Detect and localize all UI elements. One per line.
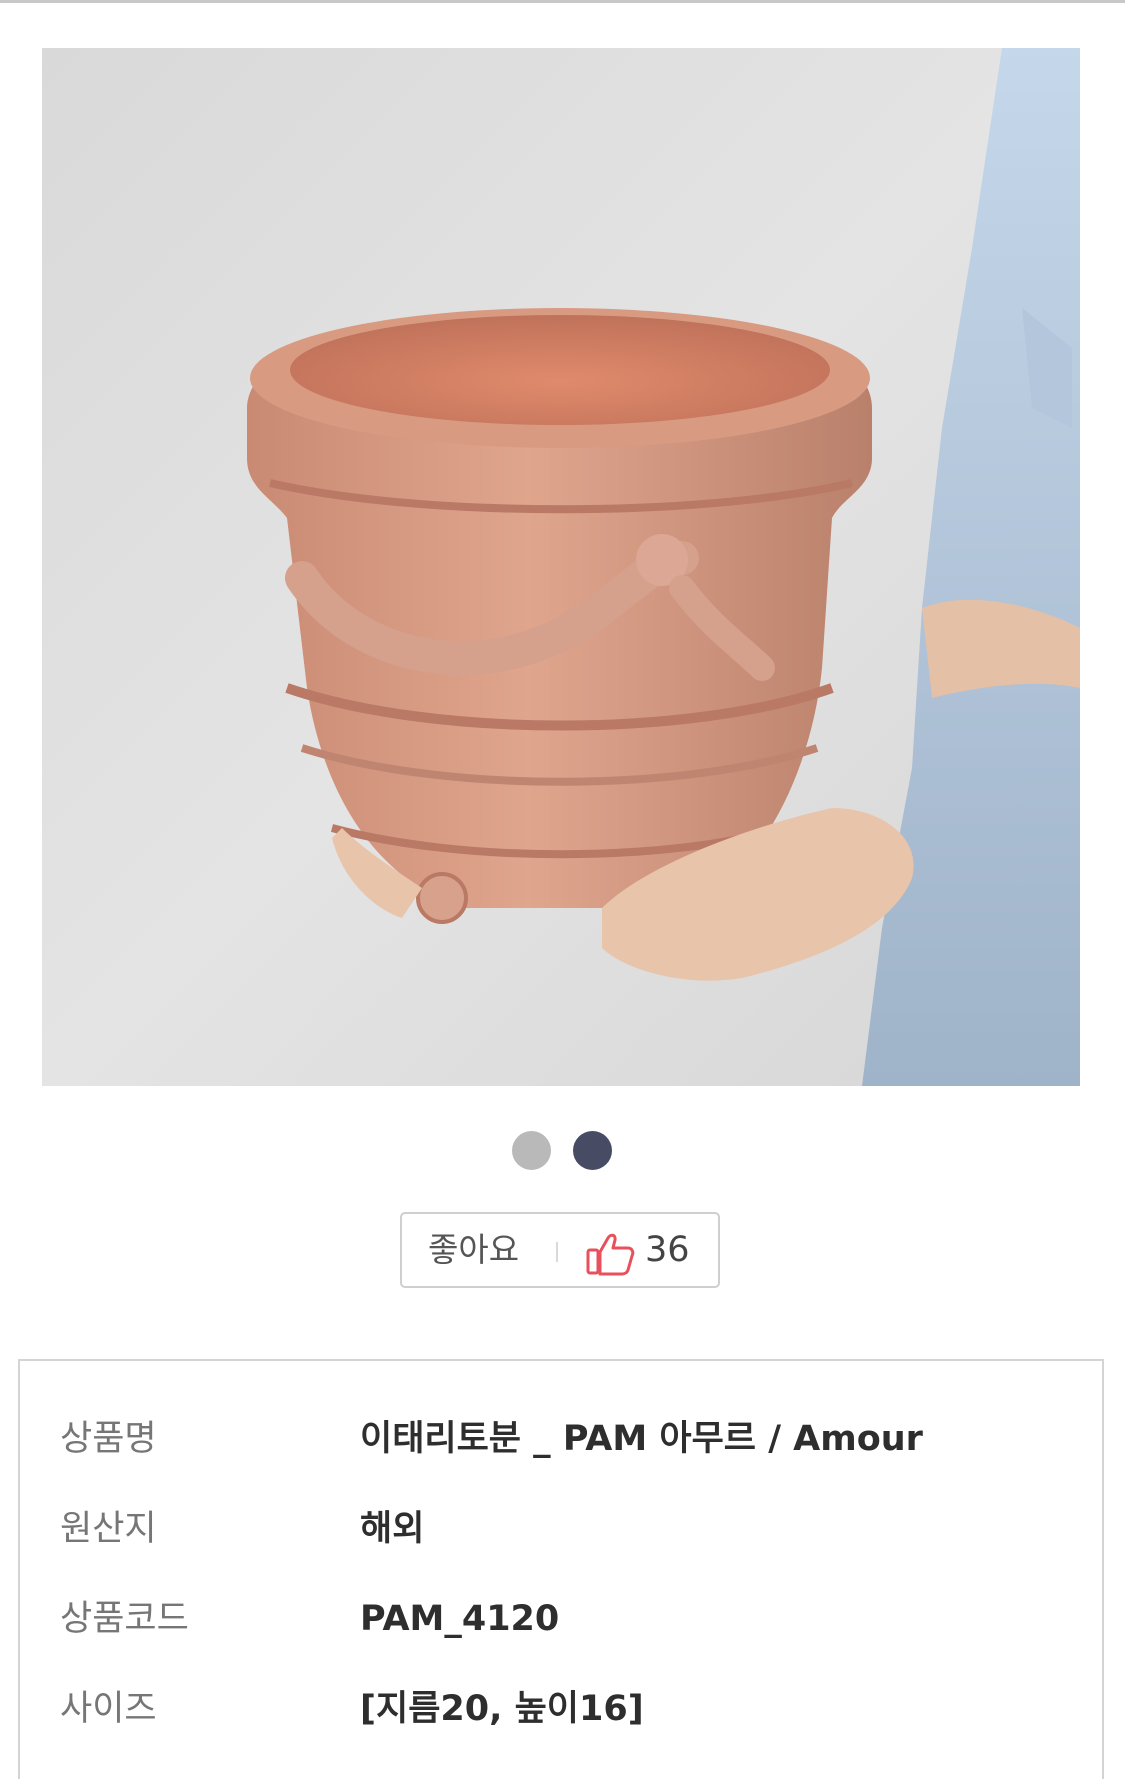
like-button[interactable]: 좋아요 36 [400, 1212, 720, 1288]
info-key: 사이즈 [60, 1689, 157, 1729]
info-key: 상품명 [60, 1419, 157, 1459]
carousel-dot-1[interactable] [512, 1131, 551, 1170]
info-row-name: 상품명 이태리토분 _ PAM 아무르 / Amour [20, 1409, 1102, 1469]
carousel-indicator [0, 1131, 1125, 1171]
like-count: 36 [645, 1230, 690, 1270]
thumbs-up-icon [586, 1230, 636, 1276]
product-image[interactable] [42, 48, 1080, 1086]
product-origin: 해외 [360, 1509, 425, 1549]
product-name: 이태리토분 _ PAM 아무르 / Amour [360, 1419, 923, 1459]
info-row-code: 상품코드 PAM_4120 [20, 1589, 1102, 1649]
like-separator [556, 1242, 558, 1262]
carousel-dot-2-active[interactable] [573, 1131, 612, 1170]
info-row-size: 사이즈 [지름20, 높이16] [20, 1679, 1102, 1739]
like-label: 좋아요 [428, 1230, 520, 1269]
top-divider [0, 0, 1125, 3]
info-key: 상품코드 [60, 1599, 189, 1639]
product-info-table: 상품명 이태리토분 _ PAM 아무르 / Amour 원산지 해외 상품코드 … [18, 1359, 1104, 1779]
product-size: [지름20, 높이16] [360, 1689, 644, 1729]
product-code: PAM_4120 [360, 1599, 560, 1639]
info-key: 원산지 [60, 1509, 157, 1549]
info-row-origin: 원산지 해외 [20, 1499, 1102, 1559]
